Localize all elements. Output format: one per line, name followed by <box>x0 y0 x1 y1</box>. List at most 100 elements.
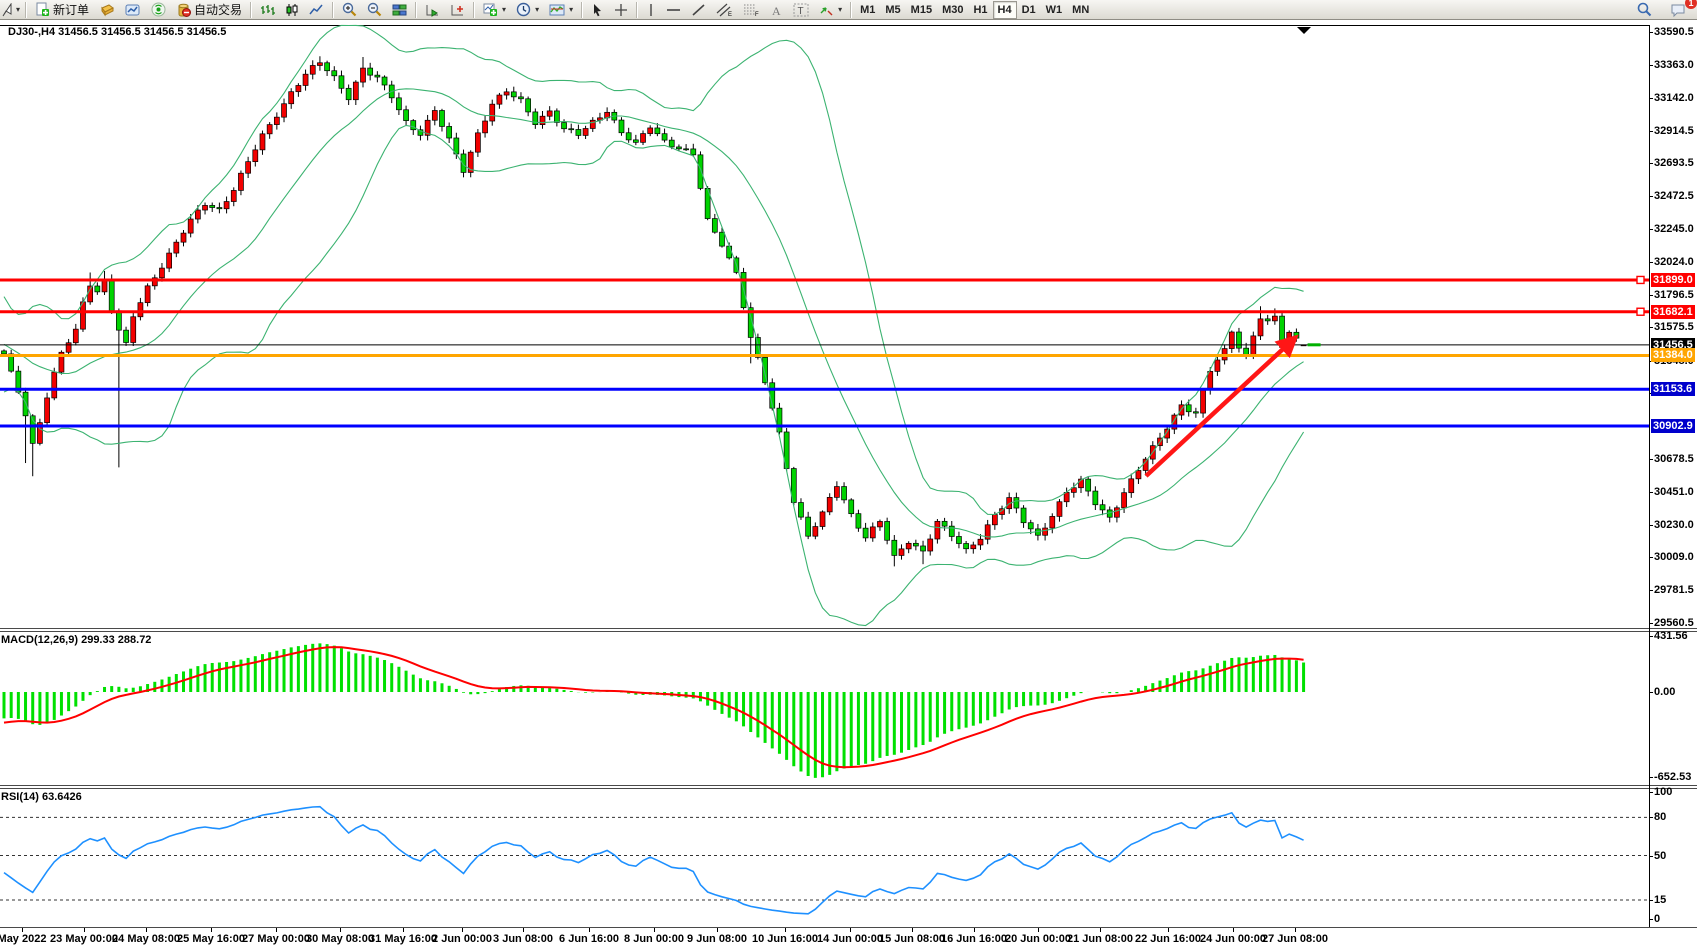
price-tick-label: 31575.5 <box>1654 321 1694 333</box>
tile-windows-icon <box>392 3 407 17</box>
tile-windows-button[interactable] <box>387 1 412 19</box>
date-tick-mark <box>276 928 277 932</box>
price-tick-mark <box>1649 525 1653 526</box>
autoscroll-button[interactable] <box>420 1 445 19</box>
indicators-button[interactable]: ▾ <box>478 1 511 19</box>
templates-button[interactable]: ▾ <box>544 1 578 19</box>
rsi-canvas[interactable] <box>0 789 1650 927</box>
bar-chart-button[interactable] <box>255 1 280 19</box>
date-tick-label: 25 May 16:00 <box>177 933 245 945</box>
new-order-button[interactable]: 新订单 <box>30 1 94 19</box>
date-axis[interactable]: May 202223 May 00:0024 May 08:0025 May 1… <box>0 928 1650 946</box>
price-tick-label: 29560.5 <box>1654 617 1694 629</box>
price-tick-mark <box>1649 327 1653 328</box>
date-tick-label: 15 Jun 08:00 <box>879 933 945 945</box>
arrows-tool-button[interactable]: ▾ <box>814 1 847 19</box>
rsi-tick-label: 80 <box>1654 811 1666 823</box>
date-tick-mark <box>1100 928 1101 932</box>
timeframe-m1-button[interactable]: M1 <box>855 1 880 19</box>
price-tick-label: 32245.0 <box>1654 223 1694 235</box>
rsi-tick-mark <box>1649 792 1653 793</box>
price-tick-mark <box>1649 262 1653 263</box>
autotrade-button[interactable]: 自动交易 <box>171 1 247 19</box>
label-tool-button[interactable]: T <box>788 1 814 19</box>
macd-tick-label: 431.56 <box>1654 630 1688 642</box>
date-tick-mark <box>403 928 404 932</box>
text-tool-button[interactable]: A <box>765 1 788 19</box>
channel-tool-button[interactable]: E <box>711 1 738 19</box>
cursor-tool-button[interactable] <box>586 1 609 19</box>
toolbar-separator <box>636 2 638 18</box>
date-tick-mark <box>1295 928 1296 932</box>
price-tick-label: 32693.5 <box>1654 157 1694 169</box>
periods-button[interactable]: ▾ <box>511 1 544 19</box>
svg-text:A: A <box>772 4 781 17</box>
autotrade-icon <box>176 2 191 17</box>
indicators-icon <box>483 2 498 17</box>
price-tick-mark <box>1649 623 1653 624</box>
notifications-button[interactable]: 1 <box>1665 1 1691 19</box>
date-tick-label: 24 May 08:00 <box>112 933 180 945</box>
date-tick-mark <box>340 928 341 932</box>
date-tick-label: 3 Jun 08:00 <box>493 933 553 945</box>
price-tick-label: 32024.0 <box>1654 256 1694 268</box>
date-tick-label: 22 Jun 16:00 <box>1135 933 1201 945</box>
gold-chart-button[interactable] <box>94 1 120 19</box>
date-tick-mark <box>1233 928 1234 932</box>
price-tick-mark <box>1649 459 1653 460</box>
vertical-line-tool-button[interactable] <box>641 1 661 19</box>
timeframe-w1-button[interactable]: W1 <box>1041 1 1068 19</box>
date-tick-label: 27 Jun 08:00 <box>1262 933 1328 945</box>
horizontal-line-tool-button[interactable] <box>661 1 686 19</box>
macd-tick-mark <box>1649 777 1653 778</box>
chart-window-button[interactable] <box>120 1 146 19</box>
zoom-in-icon <box>342 2 357 17</box>
timeframe-mn-button[interactable]: MN <box>1067 1 1094 19</box>
price-tick-mark <box>1649 98 1653 99</box>
date-tick-mark <box>974 928 975 932</box>
date-tick-mark <box>850 928 851 932</box>
toolbar-separator <box>473 2 475 18</box>
line-chart-button[interactable] <box>304 1 329 19</box>
date-tick-mark <box>84 928 85 932</box>
search-button[interactable] <box>1632 1 1657 19</box>
date-tick-mark <box>785 928 786 932</box>
timeframe-d1-button[interactable]: D1 <box>1017 1 1041 19</box>
trendline-tool-button[interactable] <box>686 1 711 19</box>
fibonacci-tool-button[interactable]: F <box>738 1 765 19</box>
date-tick-label: 24 Jun 00:00 <box>1200 933 1266 945</box>
timeframe-h1-button[interactable]: H1 <box>968 1 992 19</box>
zoom-in-button[interactable] <box>337 1 362 19</box>
new-order-icon <box>35 2 50 17</box>
candlestick-chart-button[interactable] <box>280 1 304 19</box>
text-icon: A <box>770 3 783 17</box>
date-tick-mark <box>22 928 23 932</box>
price-line-label: 30902.9 <box>1651 419 1695 433</box>
timeframe-m5-button[interactable]: M5 <box>880 1 905 19</box>
fibonacci-icon: F <box>743 2 760 17</box>
zoom-out-button[interactable] <box>362 1 387 19</box>
chart-shift-button[interactable] <box>445 1 470 19</box>
chevron-down-icon: ▾ <box>838 5 842 14</box>
signals-button[interactable] <box>146 1 171 19</box>
timeframe-m15-button[interactable]: M15 <box>906 1 937 19</box>
price-tick-mark <box>1649 131 1653 132</box>
signals-icon <box>151 2 166 17</box>
rsi-tick-label: 0 <box>1654 913 1660 925</box>
crosshair-icon <box>614 3 628 17</box>
price-line-label: 31153.6 <box>1651 382 1695 396</box>
templates-icon <box>549 3 565 17</box>
arrow-shapes-icon <box>819 3 834 17</box>
macd-canvas[interactable] <box>0 632 1650 785</box>
price-tick-mark <box>1649 295 1653 296</box>
search-icon <box>1637 2 1652 17</box>
price-axis[interactable]: 33590.533363.033142.032914.532693.532472… <box>1650 20 1697 927</box>
crosshair-tool-button[interactable] <box>609 1 633 19</box>
date-tick-label: 30 May 08:00 <box>306 933 374 945</box>
main-chart-canvas[interactable] <box>0 20 1650 628</box>
macd-tick-label: 0.00 <box>1654 686 1675 698</box>
cut-off-toolbar-icon: ▾ <box>0 1 22 19</box>
timeframe-h4-button[interactable]: H4 <box>993 1 1017 19</box>
periods-clock-icon <box>516 2 531 17</box>
timeframe-m30-button[interactable]: M30 <box>937 1 968 19</box>
